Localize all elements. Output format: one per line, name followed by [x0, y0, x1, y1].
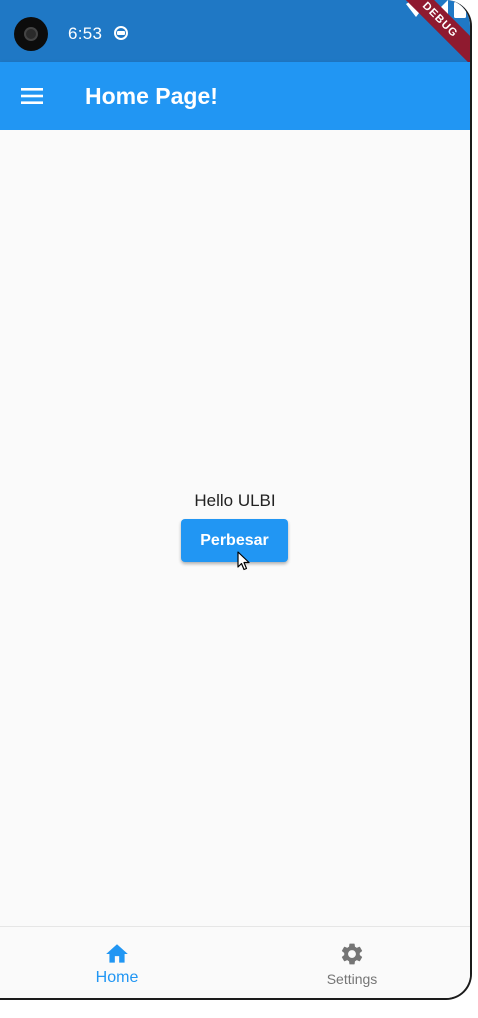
perbesar-button[interactable]: Perbesar	[181, 519, 288, 562]
menu-button[interactable]	[12, 76, 52, 116]
nav-label-home: Home	[95, 969, 139, 986]
status-time: 6:53	[68, 24, 103, 43]
home-icon	[106, 944, 128, 963]
app-bar: Home Page!	[0, 62, 470, 130]
battery-icon	[454, 0, 466, 18]
hamburger-menu-icon	[21, 88, 43, 104]
bottom-navigation-bar: Home Settings	[0, 926, 470, 998]
nav-item-settings[interactable]: Settings	[282, 927, 422, 998]
mouse-cursor-icon	[237, 551, 250, 571]
phone-screen: 6:53 DEBUG Home Page! Hello ULBI Perbesa…	[0, 0, 472, 1000]
main-content: Hello ULBI Perbesar	[0, 130, 470, 926]
page-title: Home Page!	[85, 83, 218, 109]
gear-icon	[341, 943, 363, 965]
notification-icon	[114, 26, 128, 40]
greeting-text: Hello ULBI	[194, 491, 276, 510]
status-bar: 6:53 DEBUG	[0, 0, 470, 70]
screen-frame: 6:53 DEBUG Home Page! Hello ULBI Perbesa…	[0, 0, 478, 1018]
nav-label-settings: Settings	[326, 971, 378, 987]
nav-item-home[interactable]: Home	[47, 927, 187, 998]
camera-cutout	[14, 17, 48, 51]
